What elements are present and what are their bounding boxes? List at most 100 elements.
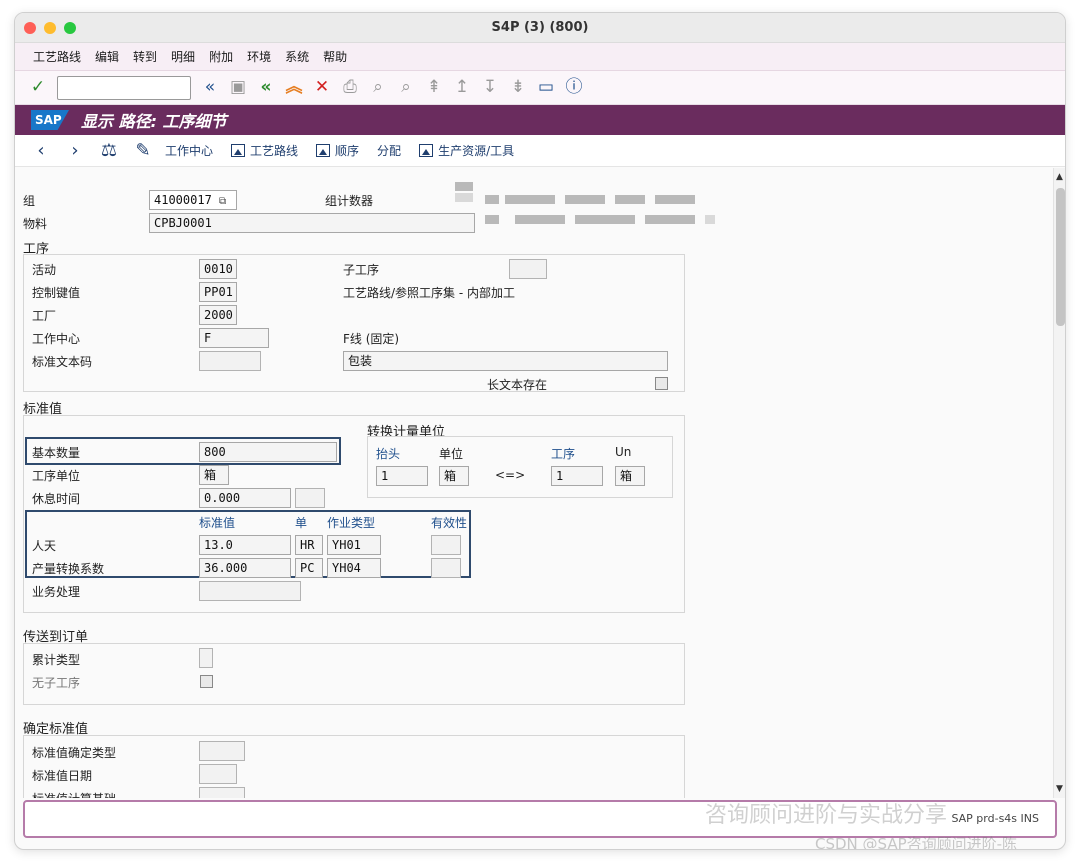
std-value-field-manday[interactable]: 13.0	[199, 535, 291, 555]
break-time-field[interactable]: 0.000	[199, 488, 291, 508]
last-page-icon[interactable]: ⇟	[507, 77, 529, 99]
sap-logo: SAP	[31, 110, 69, 130]
sequence-button-label: 顺序	[335, 144, 360, 158]
menu-system[interactable]: 系统	[285, 48, 309, 65]
menu-environment[interactable]: 环境	[247, 48, 271, 65]
std-value-date-label: 标准值日期	[32, 769, 93, 783]
long-text-label: 长文本存在	[487, 378, 548, 392]
collapse-double-left-icon[interactable]: «	[199, 77, 221, 99]
work-center-button[interactable]: 工作中心	[165, 142, 213, 159]
image-icon	[316, 144, 331, 157]
menu-details[interactable]: 明细	[171, 48, 195, 65]
operation-unit-conversion-field[interactable]: 箱	[615, 466, 645, 486]
balance-icon[interactable]: ⚖	[97, 140, 121, 161]
header-unit-field[interactable]: 箱	[439, 466, 469, 486]
operation-unit-label: 工序单位	[32, 469, 81, 483]
back-icon[interactable]: «	[255, 77, 277, 99]
assign-button-label: 分配	[377, 144, 402, 158]
activity-label: 活动	[32, 263, 57, 277]
vertical-scrollbar[interactable]: ▲ ▼	[1053, 168, 1065, 798]
std-text-key-label: 标准文本码	[32, 355, 93, 369]
title-bar: S4P (3) (800)	[15, 13, 1065, 43]
menu-goto[interactable]: 转到	[133, 48, 157, 65]
std-text-key-field[interactable]	[199, 351, 261, 371]
cancel-icon[interactable]: ✕	[311, 77, 333, 99]
col-activity-type: 作业类型	[327, 516, 376, 530]
first-page-icon[interactable]: ⇞	[423, 77, 445, 99]
image-icon	[419, 144, 434, 157]
business-process-label: 业务处理	[32, 585, 81, 599]
cumulation-type-label: 累计类型	[32, 653, 81, 667]
menu-edit[interactable]: 编辑	[95, 48, 119, 65]
conversion-unit-label: 单位	[439, 447, 464, 461]
previous-arrow-icon[interactable]: ‹	[29, 140, 53, 161]
control-key-description: 工艺路线/参照工序集 - 内部加工	[343, 286, 516, 300]
routing-button[interactable]: 工艺路线	[231, 142, 298, 159]
system-status-text: SAP prd-s4s INS	[951, 812, 1039, 825]
plant-field[interactable]: 2000	[199, 305, 237, 325]
base-quantity-label: 基本数量	[32, 446, 81, 460]
base-quantity-field[interactable]: 800	[199, 442, 337, 462]
new-session-icon[interactable]: ▭	[535, 77, 557, 99]
enter-checkmark-icon[interactable]: ✓	[27, 77, 49, 99]
blurred-region	[615, 195, 645, 204]
sequence-button[interactable]: 顺序	[316, 142, 359, 159]
break-time-label: 休息时间	[32, 492, 81, 506]
next-page-icon[interactable]: ↧	[479, 77, 501, 99]
std-value-determination-type-field[interactable]	[199, 741, 245, 761]
activity-type-field-manday[interactable]: YH01	[327, 535, 381, 555]
material-field[interactable]: CPBJ0001	[149, 213, 475, 233]
assign-button[interactable]: 分配	[377, 142, 401, 159]
determine-group	[23, 735, 685, 798]
command-field[interactable]	[57, 75, 191, 100]
save-icon[interactable]: ▣	[227, 77, 249, 99]
print-icon[interactable]: ⎙	[339, 77, 361, 99]
sub-operation-field[interactable]	[509, 259, 547, 279]
std-value-field-conversion[interactable]: 36.000	[199, 558, 291, 578]
long-text-checkbox[interactable]	[655, 377, 668, 390]
scroll-down-icon[interactable]: ▼	[1056, 784, 1063, 794]
menu-extras[interactable]: 附加	[209, 48, 233, 65]
blurred-region	[705, 215, 715, 224]
std-value-date-field[interactable]	[199, 764, 237, 784]
effectivity-field-manday[interactable]	[431, 535, 461, 555]
std-value-determination-type-label: 标准值确定类型	[32, 746, 117, 760]
exit-icon[interactable]: ︽	[283, 77, 305, 99]
menu-help[interactable]: 帮助	[323, 48, 347, 65]
business-process-field[interactable]	[199, 581, 301, 601]
work-center-field[interactable]: F	[199, 328, 269, 348]
prt-button-label: 生产资源/工具	[438, 144, 515, 158]
group-value: 41000017	[154, 193, 212, 207]
operation-quantity-field[interactable]: 1	[551, 466, 603, 486]
edit-pencil-icon[interactable]: ✎	[131, 140, 155, 161]
activity-type-field-conversion[interactable]: YH04	[327, 558, 381, 578]
activity-field[interactable]: 0010	[199, 259, 237, 279]
prt-button[interactable]: 生产资源/工具	[419, 142, 514, 159]
header-quantity-field[interactable]: 1	[376, 466, 428, 486]
find-next-icon[interactable]: ⌕	[395, 77, 417, 99]
menu-routing[interactable]: 工艺路线	[33, 48, 81, 65]
effectivity-field-conversion[interactable]	[431, 558, 461, 578]
previous-page-icon[interactable]: ↥	[451, 77, 473, 99]
scroll-thumb[interactable]	[1056, 188, 1065, 326]
find-icon[interactable]: ⌕	[367, 77, 389, 99]
next-arrow-icon[interactable]: ›	[63, 140, 87, 161]
no-sub-operation-checkbox[interactable]	[200, 675, 213, 688]
std-unit-field-manday[interactable]: HR	[295, 535, 323, 555]
group-field[interactable]: 41000017 ⧉	[149, 190, 237, 210]
operation-description-field[interactable]: 包装	[343, 351, 668, 371]
window-title: S4P (3) (800)	[491, 20, 589, 35]
cumulation-type-field[interactable]	[199, 648, 213, 668]
std-value-basis-field[interactable]	[199, 787, 245, 798]
blurred-region	[485, 195, 499, 204]
break-time-unit-field[interactable]	[295, 488, 325, 508]
menu-bar: 工艺路线 编辑 转到 明细 附加 环境 系统 帮助	[15, 43, 1065, 71]
help-icon[interactable]: ⓘ	[563, 77, 585, 99]
blurred-region	[655, 195, 695, 204]
col-standard-value: 标准值	[199, 516, 236, 530]
scroll-up-icon[interactable]: ▲	[1056, 172, 1063, 182]
operation-unit-field[interactable]: 箱	[199, 465, 229, 485]
std-row-label-conversion: 产量转换系数	[32, 562, 105, 576]
control-key-field[interactable]: PP01	[199, 282, 237, 302]
std-unit-field-conversion[interactable]: PC	[295, 558, 323, 578]
